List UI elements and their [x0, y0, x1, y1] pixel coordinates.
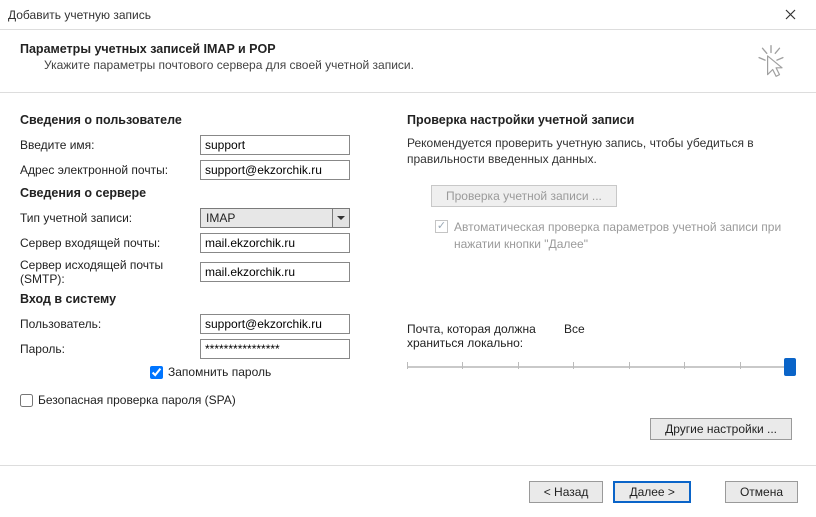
name-label: Введите имя: — [20, 138, 200, 152]
page-title: Параметры учетных записей IMAP и POP — [20, 42, 754, 56]
auto-test-checkbox: ✓ — [435, 220, 448, 233]
close-button[interactable] — [772, 1, 808, 29]
user-label: Пользователь: — [20, 317, 200, 331]
password-input[interactable] — [200, 339, 350, 359]
incoming-input[interactable] — [200, 233, 350, 253]
email-input[interactable] — [200, 160, 350, 180]
name-input[interactable] — [200, 135, 350, 155]
test-account-button: Проверка учетной записи ... — [431, 185, 617, 207]
slider-title: Почта, которая должна храниться локально… — [407, 322, 552, 350]
account-type-select[interactable]: IMAP — [200, 208, 350, 228]
more-settings-button[interactable]: Другие настройки ... — [650, 418, 792, 440]
back-button[interactable]: < Назад — [529, 481, 604, 503]
test-heading: Проверка настройки учетной записи — [407, 113, 796, 127]
user-input[interactable] — [200, 314, 350, 334]
test-description: Рекомендуется проверить учетную запись, … — [407, 135, 796, 167]
account-type-value: IMAP — [200, 208, 332, 228]
window-title: Добавить учетную запись — [8, 8, 772, 22]
account-type-dropdown-button[interactable] — [332, 208, 350, 228]
email-label: Адрес электронной почты: — [20, 163, 200, 177]
cancel-button[interactable]: Отмена — [725, 481, 798, 503]
next-button[interactable]: Далее > — [613, 481, 691, 503]
chevron-down-icon — [337, 216, 345, 220]
login-heading: Вход в систему — [20, 292, 385, 306]
spa-label: Безопасная проверка пароля (SPA) — [38, 393, 236, 407]
cursor-click-icon — [754, 44, 788, 78]
password-label: Пароль: — [20, 342, 200, 356]
page-subtitle: Укажите параметры почтового сервера для … — [20, 58, 754, 72]
remember-password-label: Запомнить пароль — [168, 365, 271, 379]
slider-ticks — [407, 362, 796, 369]
account-type-label: Тип учетной записи: — [20, 211, 200, 225]
check-icon: ✓ — [437, 221, 446, 232]
auto-test-label: Автоматическая проверка параметров учетн… — [454, 219, 796, 251]
close-icon — [785, 9, 796, 20]
user-info-heading: Сведения о пользователе — [20, 113, 385, 127]
outgoing-label: Сервер исходящей почты (SMTP): — [20, 258, 200, 286]
incoming-label: Сервер входящей почты: — [20, 236, 200, 250]
remember-password-checkbox[interactable] — [150, 366, 163, 379]
server-info-heading: Сведения о сервере — [20, 186, 385, 200]
outgoing-input[interactable] — [200, 262, 350, 282]
slider-thumb[interactable] — [784, 358, 796, 376]
spa-checkbox[interactable] — [20, 394, 33, 407]
mail-offline-slider[interactable] — [407, 358, 796, 378]
slider-value: Все — [564, 322, 585, 350]
